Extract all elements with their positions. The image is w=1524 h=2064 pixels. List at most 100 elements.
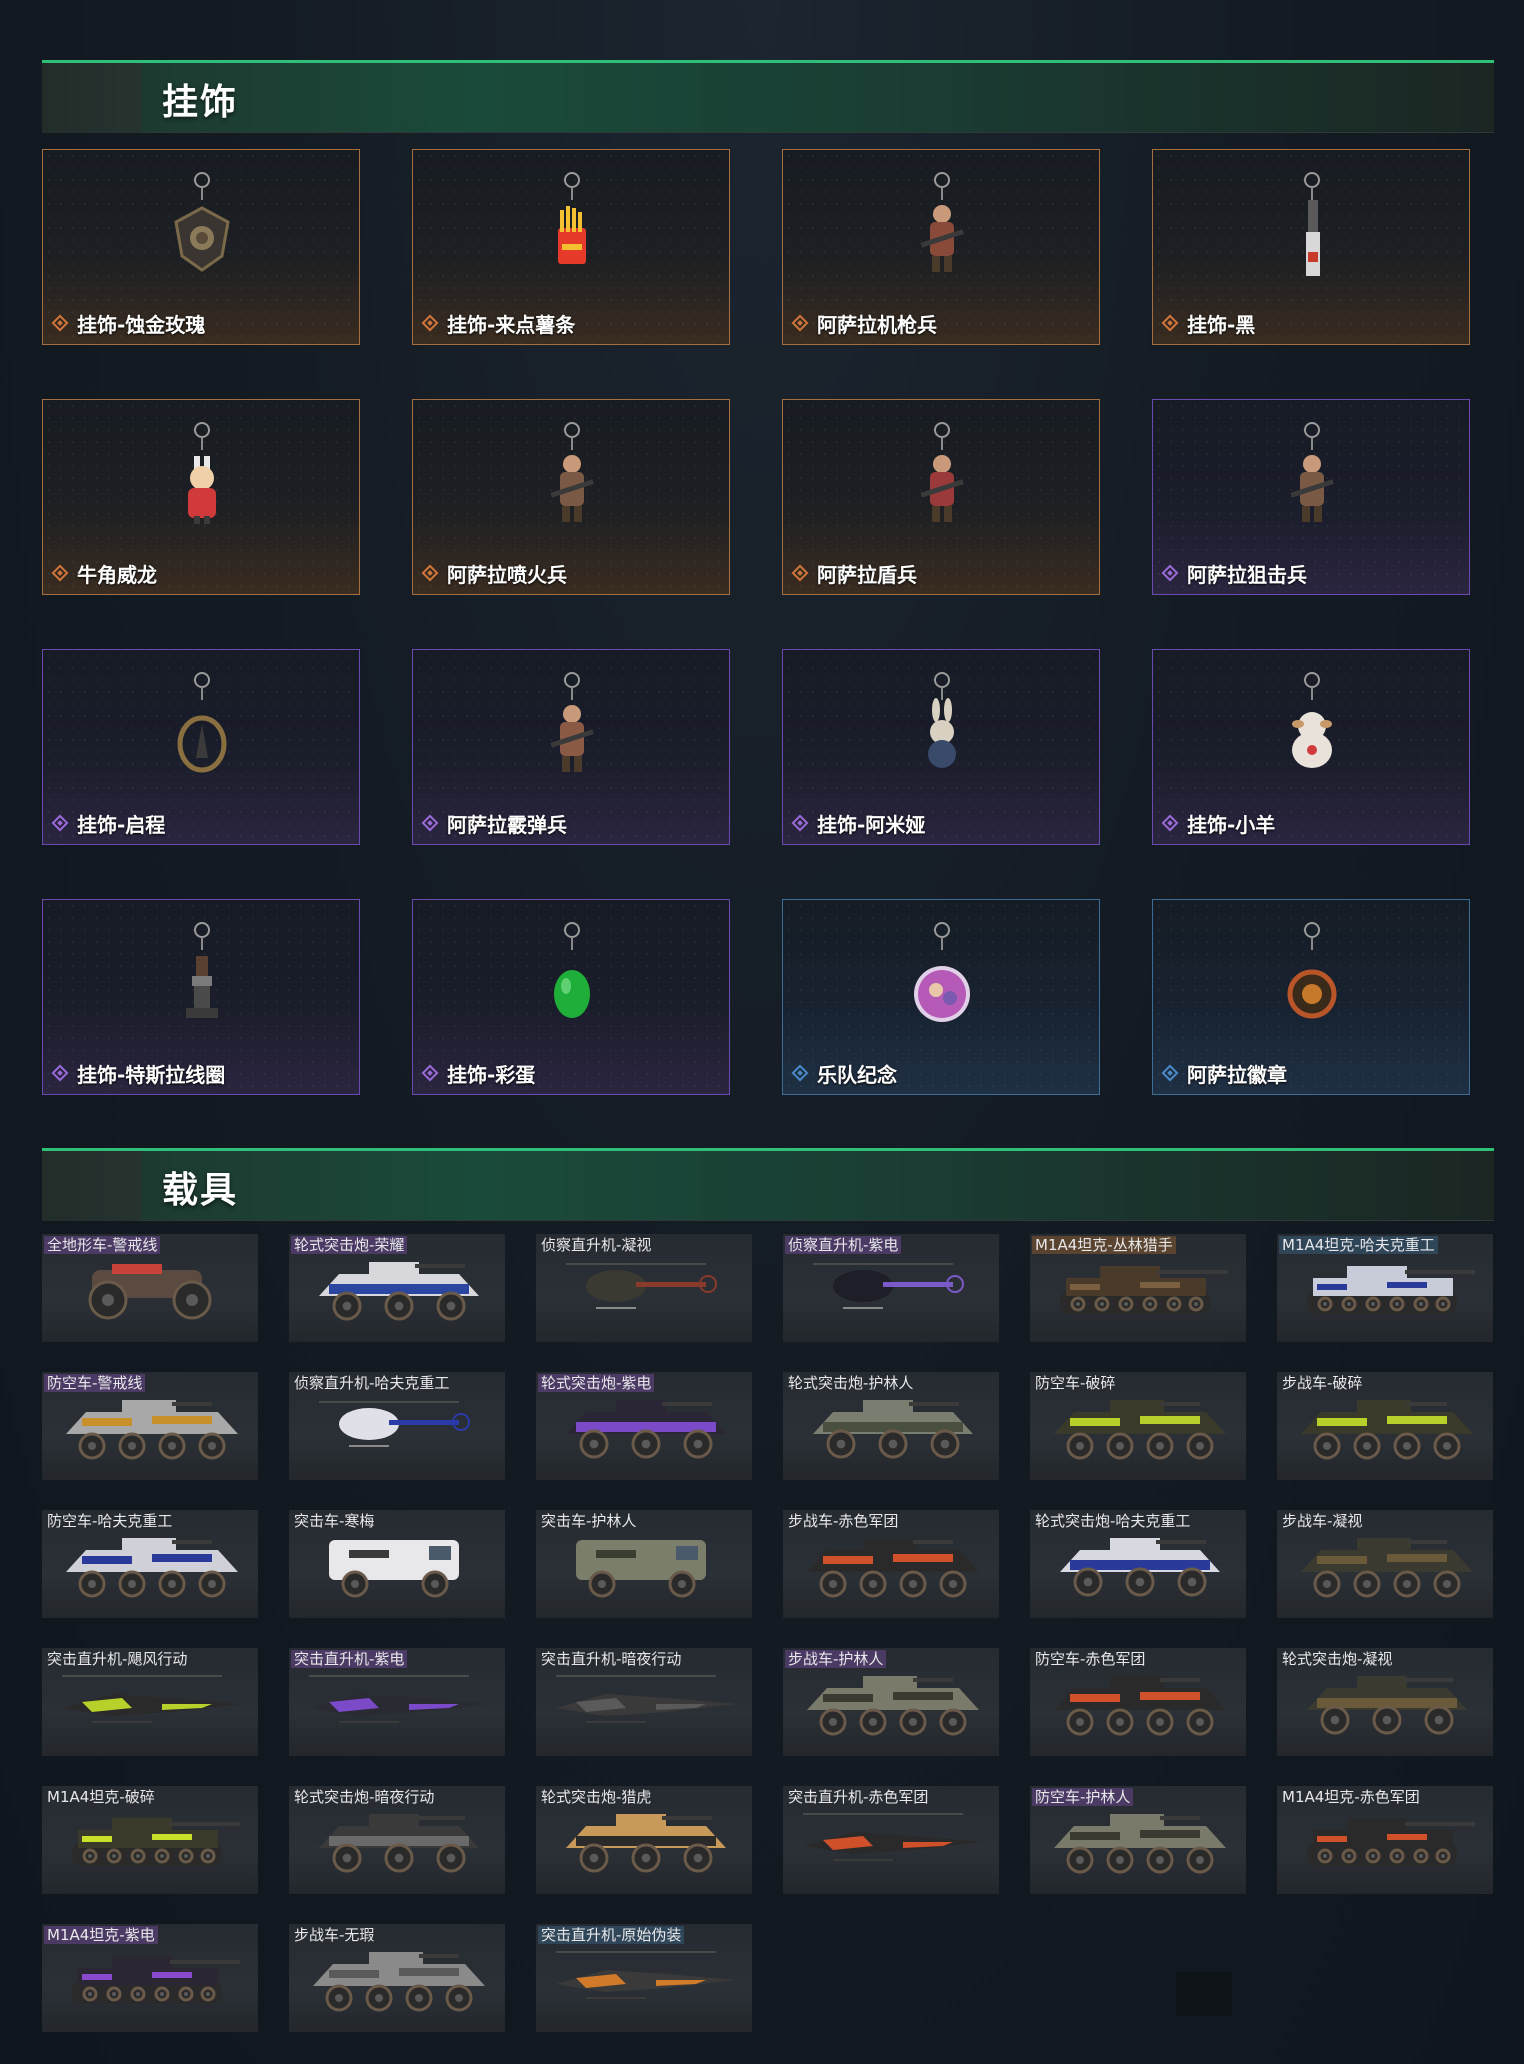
charm-name: 阿萨拉霰弹兵 [447, 812, 567, 837]
vehicle-card[interactable]: 侦察直升机-紫电 [783, 1234, 999, 1342]
vehicle-card[interactable]: 突击直升机-飓风行动 [42, 1648, 258, 1756]
vehicle-card[interactable]: 防空车-破碎 [1030, 1372, 1246, 1480]
vehicle-card[interactable]: M1A4坦克-赤色军团 [1277, 1786, 1493, 1894]
charm-egg-icon [554, 922, 590, 1018]
charm-card[interactable]: 挂饰-启程 [42, 649, 360, 845]
vehicle-card[interactable]: 轮式突击炮-凝视 [1277, 1648, 1493, 1756]
rarity-diamond-icon [421, 564, 439, 582]
charm-card[interactable]: 阿萨拉徽章 [1152, 899, 1470, 1095]
charm-emblem-icon [1287, 922, 1337, 1019]
charm-name-row: 阿萨拉盾兵 [791, 558, 917, 588]
vehicle-card[interactable]: 轮式突击炮-荣耀 [289, 1234, 505, 1342]
charm-shotgunner-icon [550, 672, 594, 772]
vehicle-card[interactable]: 防空车-赤色军团 [1030, 1648, 1246, 1756]
vehicle-card[interactable]: M1A4坦克-破碎 [42, 1786, 258, 1894]
vehicle-label: M1A4坦克-赤色军团 [1282, 1788, 1420, 1806]
vehicle-label: 轮式突击炮-荣耀 [291, 1236, 408, 1254]
vehicle-label: 突击直升机-暗夜行动 [541, 1650, 682, 1668]
vehicle-card[interactable]: 侦察直升机-哈夫克重工 [289, 1372, 505, 1480]
charm-card[interactable]: 挂饰-彩蛋 [412, 899, 730, 1095]
charm-card[interactable]: 阿萨拉霰弹兵 [412, 649, 730, 845]
rarity-diamond-icon [791, 814, 809, 832]
page: 挂饰 挂饰-蚀金玫瑰 挂饰-来点薯条 阿萨拉机枪兵 挂饰-黑 牛角威龙 阿萨拉喷火兵 阿萨拉… [0, 0, 1524, 2064]
charm-name: 挂饰-彩蛋 [447, 1062, 536, 1087]
charm-card[interactable]: 阿萨拉机枪兵 [782, 149, 1100, 345]
vehicle-card[interactable]: 防空车-护林人 [1030, 1786, 1246, 1894]
rarity-diamond-icon [1161, 814, 1179, 832]
charm-card[interactable]: 阿萨拉盾兵 [782, 399, 1100, 595]
vehicle-card[interactable]: 步战车-破碎 [1277, 1372, 1493, 1480]
vehicle-card[interactable]: M1A4坦克-紫电 [42, 1924, 258, 2032]
charm-card[interactable]: 阿萨拉狙击兵 [1152, 399, 1470, 595]
vehicle-card[interactable]: 轮式突击炮-暗夜行动 [289, 1786, 505, 1894]
vehicle-card[interactable]: 步战车-无瑕 [289, 1924, 505, 2032]
vehicle-card[interactable]: 侦察直升机-凝视 [536, 1234, 752, 1342]
charm-name-row: 挂饰-彩蛋 [421, 1058, 535, 1088]
charm-tesla-coil-icon [186, 922, 218, 1018]
vehicle-card[interactable]: 步战车-凝视 [1277, 1510, 1493, 1618]
rarity-diamond-icon [1161, 564, 1179, 582]
charm-knife-icon [1304, 172, 1320, 276]
charm-card[interactable]: 挂饰-来点薯条 [412, 149, 730, 345]
charm-name-row: 阿萨拉狙击兵 [1161, 558, 1307, 588]
vehicle-card[interactable]: 步战车-护林人 [783, 1648, 999, 1756]
vehicle-card[interactable]: 突击直升机-暗夜行动 [536, 1648, 752, 1756]
charm-card[interactable]: 挂饰-特斯拉线圈 [42, 899, 360, 1095]
vehicle-card[interactable]: 突击直升机-赤色军团 [783, 1786, 999, 1894]
charm-lamb-icon [1292, 672, 1332, 768]
charm-name-row: 阿萨拉喷火兵 [421, 558, 567, 588]
vehicle-card[interactable]: M1A4坦克-哈夫克重工 [1277, 1234, 1493, 1342]
rarity-diamond-icon [51, 314, 69, 332]
rarity-diamond-icon [1161, 314, 1179, 332]
charm-name-row: 挂饰-小羊 [1161, 808, 1275, 838]
vehicle-label: 步战车-无瑕 [294, 1926, 375, 1944]
vehicle-label: M1A4坦克-哈夫克重工 [1279, 1236, 1438, 1254]
charm-card[interactable]: 挂饰-小羊 [1152, 649, 1470, 845]
vehicle-label: 防空车-哈夫克重工 [47, 1512, 173, 1530]
vehicle-card[interactable]: 突击车-护林人 [536, 1510, 752, 1618]
vehicle-card[interactable]: 轮式突击炮-护林人 [783, 1372, 999, 1480]
charm-name-row: 挂饰-特斯拉线圈 [51, 1058, 225, 1088]
vehicle-label: 防空车-破碎 [1035, 1374, 1116, 1392]
charm-name-row: 乐队纪念 [791, 1058, 897, 1088]
vehicle-label: 防空车-护林人 [1032, 1788, 1134, 1806]
vehicle-card[interactable]: 防空车-哈夫克重工 [42, 1510, 258, 1618]
vehicle-label: 防空车-警戒线 [44, 1374, 146, 1392]
vehicle-label: 突击直升机-原始伪装 [538, 1926, 685, 1944]
decorative-block [1176, 1972, 1232, 2016]
rarity-diamond-icon [791, 564, 809, 582]
vehicles-section-header: 载具 [42, 1148, 1494, 1221]
charm-card[interactable]: 挂饰-黑 [1152, 149, 1470, 345]
vehicle-card[interactable]: 突击车-寒梅 [289, 1510, 505, 1618]
vehicle-card[interactable]: 突击直升机-紫电 [289, 1648, 505, 1756]
charm-card[interactable]: 挂饰-蚀金玫瑰 [42, 149, 360, 345]
charms-section-header: 挂饰 [42, 60, 1494, 133]
charm-card[interactable]: 阿萨拉喷火兵 [412, 399, 730, 595]
vehicle-card[interactable]: 轮式突击炮-猎虎 [536, 1786, 752, 1894]
vehicle-card[interactable]: 防空车-警戒线 [42, 1372, 258, 1480]
vehicle-card[interactable]: M1A4坦克-丛林猎手 [1030, 1234, 1246, 1342]
vehicle-card[interactable]: 轮式突击炮-哈夫克重工 [1030, 1510, 1246, 1618]
charm-fries-icon [558, 172, 586, 264]
vehicle-card[interactable]: 全地形车-警戒线 [42, 1234, 258, 1342]
vehicle-card[interactable]: 轮式突击炮-紫电 [536, 1372, 752, 1480]
vehicle-card[interactable]: 步战车-赤色军团 [783, 1510, 999, 1618]
charm-card[interactable]: 乐队纪念 [782, 899, 1100, 1095]
charms-section-title: 挂饰 [162, 82, 239, 123]
vehicle-label: 突击直升机-紫电 [291, 1650, 408, 1668]
rarity-diamond-icon [421, 814, 439, 832]
vehicle-label: 侦察直升机-紫电 [785, 1236, 902, 1254]
charm-name: 牛角威龙 [77, 562, 157, 587]
charm-card[interactable]: 牛角威龙 [42, 399, 360, 595]
vehicle-card[interactable]: 突击直升机-原始伪装 [536, 1924, 752, 2032]
header-tab-shade [42, 1151, 142, 1221]
charm-name: 挂饰-小羊 [1187, 812, 1276, 837]
charm-name-row: 挂饰-蚀金玫瑰 [51, 308, 205, 338]
charm-card[interactable]: 挂饰-阿米娅 [782, 649, 1100, 845]
charm-name-row: 阿萨拉霰弹兵 [421, 808, 567, 838]
vehicle-label: 突击车-寒梅 [294, 1512, 375, 1530]
vehicle-label: M1A4坦克-紫电 [44, 1926, 158, 1944]
charm-name: 挂饰-蚀金玫瑰 [77, 312, 206, 337]
charm-name-row: 阿萨拉徽章 [1161, 1058, 1287, 1088]
charm-name: 挂饰-黑 [1187, 312, 1256, 337]
